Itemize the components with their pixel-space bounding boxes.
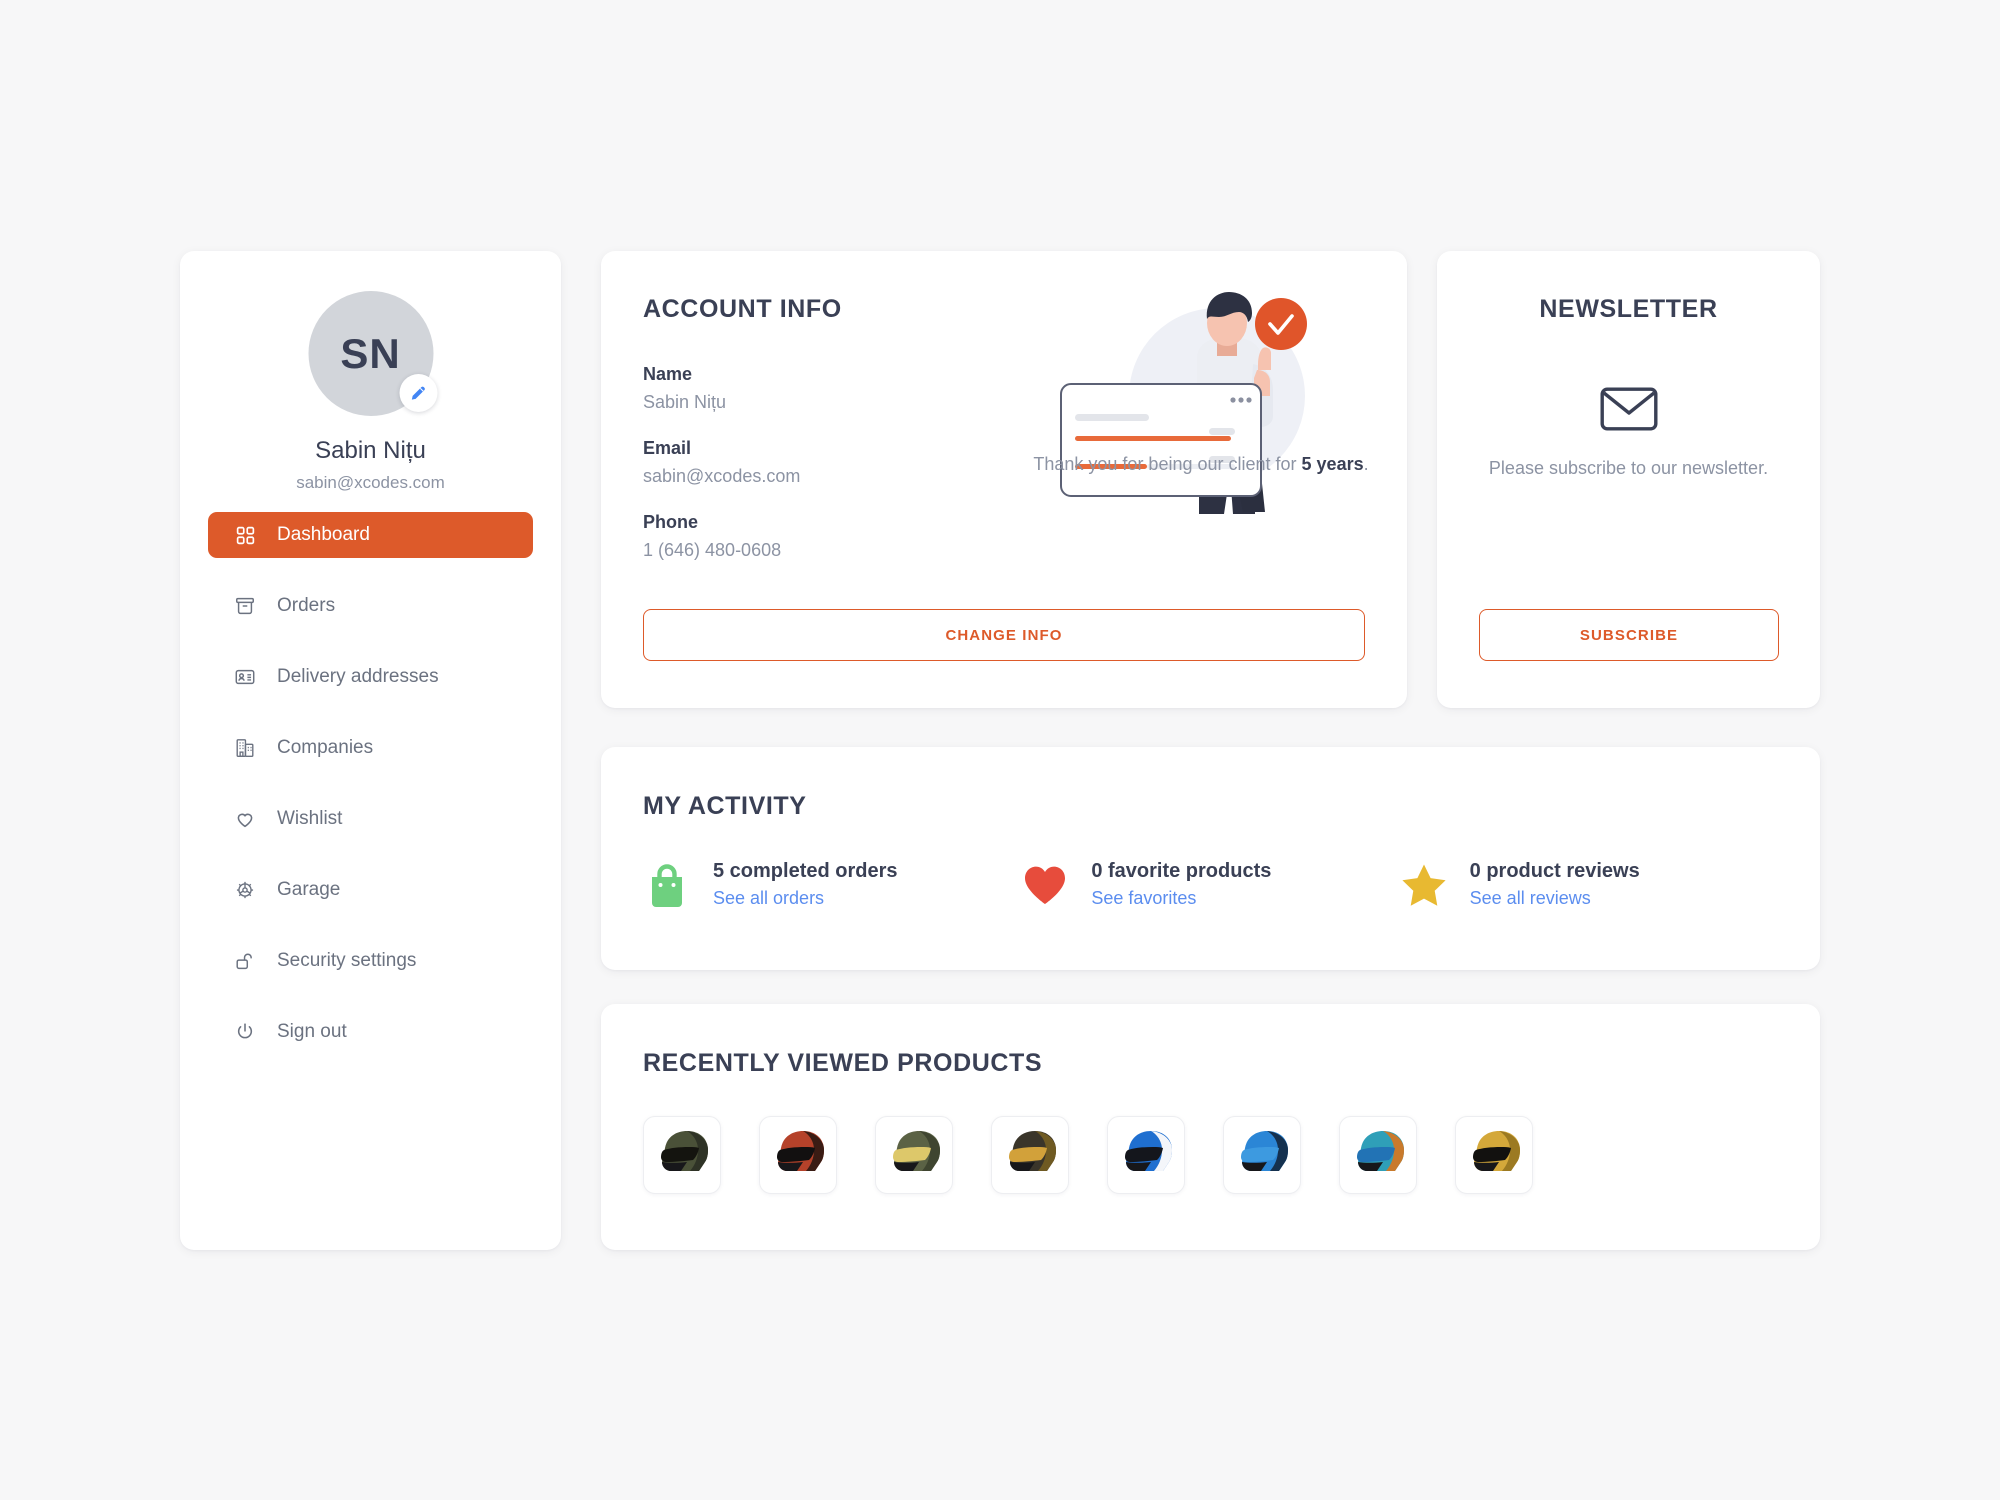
field-value: sabin@xcodes.com	[643, 466, 801, 486]
subscribe-button[interactable]: SUBSCRIBE	[1479, 609, 1779, 661]
sidebar-nav: Dashboard Orders Delivery addresses Comp…	[208, 512, 533, 1080]
activity-link[interactable]: See all orders	[713, 888, 824, 908]
activity-text: 5 completed orders See all orders	[713, 860, 898, 909]
activity-item-orders: 5 completed orders See all orders	[643, 860, 1021, 909]
person-thumbs-up-with-dashboard-illustration	[1031, 286, 1371, 551]
sidebar-item-security-settings[interactable]: Security settings	[208, 938, 533, 984]
activity-item-favorites: 0 favorite products See favorites	[1021, 860, 1399, 909]
account-field-email: Email sabin@xcodes.com	[643, 438, 800, 487]
field-label: Email	[643, 438, 692, 458]
avatar-wrapper: SN	[308, 291, 437, 416]
product-thumbnail[interactable]	[1455, 1116, 1533, 1194]
teal-orange-art-helmet	[1357, 1131, 1404, 1171]
red-black-graphic-helmet	[777, 1131, 824, 1171]
sidebar-item-delivery-addresses[interactable]: Delivery addresses	[208, 654, 533, 700]
product-thumbnail[interactable]	[1223, 1116, 1301, 1194]
heart-filled-icon	[1021, 861, 1069, 909]
product-thumbnail[interactable]	[991, 1116, 1069, 1194]
sidebar-item-companies[interactable]: Companies	[208, 725, 533, 771]
sidebar-item-label: Companies	[277, 737, 374, 758]
activity-link[interactable]: See favorites	[1091, 888, 1196, 908]
box-icon	[233, 594, 257, 618]
activity-text: 0 product reviews See all reviews	[1470, 860, 1640, 909]
gear-icon	[233, 878, 257, 902]
sidebar-item-label: Orders	[277, 595, 336, 616]
address-card-icon	[233, 665, 257, 689]
gold-black-helmet	[1473, 1131, 1520, 1171]
sidebar-item-sign-out[interactable]: Sign out	[208, 1009, 533, 1055]
activity-count: 0 product reviews	[1469, 860, 1640, 882]
product-thumbnail[interactable]	[875, 1116, 953, 1194]
activity-text: 0 favorite products See favorites	[1091, 860, 1271, 909]
sidebar-panel: SN Sabin Nițu sabin@xcodes.com Dashboard	[180, 251, 561, 1250]
loyalty-suffix: .	[1363, 454, 1369, 474]
gold-black-graphic-helmet	[1009, 1131, 1056, 1171]
user-email: sabin@xcodes.com	[296, 473, 445, 492]
product-thumbnail[interactable]	[1339, 1116, 1417, 1194]
my-activity-card: MY ACTIVITY 5 completed orders See all o…	[601, 747, 1820, 970]
building-icon	[233, 736, 257, 760]
newsletter-card: NEWSLETTER Please subscribe to our newsl…	[1437, 251, 1820, 708]
account-field-phone: Phone 1 (646) 480-0608	[643, 512, 781, 561]
sidebar-item-garage[interactable]: Garage	[208, 867, 533, 913]
change-info-button[interactable]: CHANGE INFO	[643, 609, 1365, 661]
product-thumbnail[interactable]	[643, 1116, 721, 1194]
field-value: 1 (646) 480-0608	[643, 540, 782, 560]
olive-gold-visor-helmet	[893, 1131, 940, 1171]
recently-viewed-thumbnails	[643, 1116, 1533, 1194]
my-activity-title: MY ACTIVITY	[643, 792, 807, 820]
account-info-card: ACCOUNT INFO Name Sabin Nițu Email sabin…	[601, 251, 1407, 708]
sidebar-item-label: Sign out	[277, 1021, 347, 1042]
sidebar-item-label: Delivery addresses	[277, 666, 439, 687]
field-label: Phone	[643, 512, 699, 532]
sidebar-item-label: Wishlist	[277, 808, 343, 829]
field-value: Sabin Nițu	[643, 392, 727, 412]
product-thumbnail[interactable]	[1107, 1116, 1185, 1194]
account-dashboard-page: SN Sabin Nițu sabin@xcodes.com Dashboard	[0, 0, 2000, 1500]
olive-black-graphic-helmet	[661, 1131, 708, 1171]
activity-count: 0 favorite products	[1091, 860, 1272, 882]
heart-outline-icon	[233, 807, 257, 831]
newsletter-text: Please subscribe to our newsletter.	[1488, 458, 1769, 478]
activity-link[interactable]: See all reviews	[1470, 888, 1591, 908]
blue-white-red-race-helmet	[1125, 1131, 1172, 1171]
sidebar-item-wishlist[interactable]: Wishlist	[208, 796, 533, 842]
pencil-icon[interactable]	[399, 374, 437, 412]
loyalty-prefix: Thank you for being our client for	[1033, 454, 1302, 474]
blue-black-graphic-helmet	[1241, 1131, 1288, 1171]
envelope-icon	[1437, 387, 1820, 431]
grid-icon	[233, 523, 257, 547]
activity-row: 5 completed orders See all orders 0 favo…	[643, 860, 1778, 909]
newsletter-title: NEWSLETTER	[1539, 295, 1718, 323]
account-field-name: Name Sabin Nițu	[643, 364, 726, 413]
unlock-icon	[233, 949, 257, 973]
sidebar-item-label: Dashboard	[277, 524, 370, 545]
loyalty-message: Thank you for being our client for 5 yea…	[1031, 451, 1371, 477]
sidebar-item-label: Security settings	[277, 950, 417, 971]
star-icon	[1400, 861, 1448, 909]
account-info-title: ACCOUNT INFO	[643, 295, 842, 323]
loyalty-highlight: 5 years	[1301, 454, 1364, 474]
recently-viewed-card: RECENTLY VIEWED PRODUCTS	[601, 1004, 1820, 1250]
field-label: Name	[643, 364, 693, 384]
sidebar-item-dashboard[interactable]: Dashboard	[208, 512, 533, 558]
recently-viewed-title: RECENTLY VIEWED PRODUCTS	[643, 1049, 1043, 1077]
sidebar-item-orders[interactable]: Orders	[208, 583, 533, 629]
activity-count: 5 completed orders	[713, 860, 898, 882]
power-icon	[233, 1020, 257, 1044]
user-name: Sabin Nițu	[315, 437, 426, 464]
sidebar-item-label: Garage	[277, 879, 341, 900]
shopping-bag-icon	[643, 861, 691, 909]
product-thumbnail[interactable]	[759, 1116, 837, 1194]
activity-item-reviews: 0 product reviews See all reviews	[1400, 860, 1778, 909]
